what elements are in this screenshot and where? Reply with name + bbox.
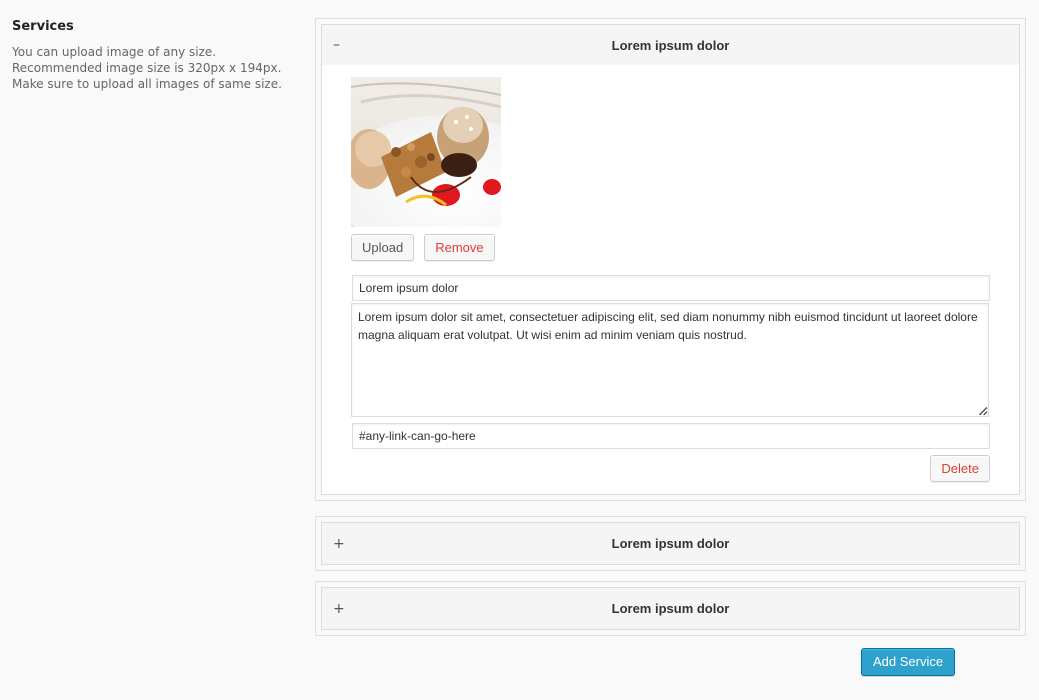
remove-image-button[interactable]: Remove (424, 234, 495, 261)
service-panel-title: Lorem ipsum dolor (611, 601, 730, 616)
service-panel-title: Lorem ipsum dolor (611, 37, 730, 53)
minus-icon[interactable]: – (333, 38, 340, 52)
service-description-textarea[interactable]: Lorem ipsum dolor sit amet, consectetuer… (351, 303, 989, 417)
resize-grip-icon[interactable] (979, 407, 987, 415)
service-panel: + Lorem ipsum dolor (315, 581, 1026, 636)
service-panel-title: Lorem ipsum dolor (611, 536, 730, 551)
description-line: Make sure to upload all images of same s… (12, 77, 282, 91)
service-panel: + Lorem ipsum dolor (315, 516, 1026, 571)
description-line: Recommended image size is 320px x 194px. (12, 61, 282, 75)
service-description-text: Lorem ipsum dolor sit amet, consectetuer… (358, 310, 978, 342)
service-panel-inner: + Lorem ipsum dolor (321, 587, 1020, 630)
settings-description: Services You can upload image of any siz… (12, 18, 302, 92)
section-title: Services (12, 19, 74, 34)
service-panel-inner: – Lorem ipsum dolor Upload Remove Lorem … (321, 24, 1020, 495)
plus-icon[interactable]: + (333, 537, 345, 551)
upload-button[interactable]: Upload (351, 234, 415, 261)
service-panel-header[interactable]: + Lorem ipsum dolor (322, 523, 1019, 564)
add-service-button[interactable]: Add Service (861, 648, 956, 676)
section-description: You can upload image of any size. Recomm… (12, 44, 302, 92)
image-button-row: Upload Remove (351, 234, 990, 261)
service-image (351, 77, 501, 227)
delete-row: Delete (351, 455, 990, 482)
service-panel: – Lorem ipsum dolor Upload Remove Lorem … (315, 18, 1026, 501)
service-panel-header[interactable]: + Lorem ipsum dolor (322, 588, 1019, 629)
description-line: You can upload image of any size. (12, 45, 217, 59)
service-title-input[interactable]: Lorem ipsum dolor (352, 275, 990, 301)
service-panel-body: Upload Remove Lorem ipsum dolor Lorem ip… (322, 65, 1019, 494)
service-panel-header[interactable]: – Lorem ipsum dolor (322, 25, 1019, 65)
service-panel-inner: + Lorem ipsum dolor (321, 522, 1020, 565)
delete-service-button[interactable]: Delete (930, 455, 990, 482)
plus-icon[interactable]: + (333, 602, 345, 616)
service-link-input[interactable]: #any-link-can-go-here (352, 423, 990, 449)
